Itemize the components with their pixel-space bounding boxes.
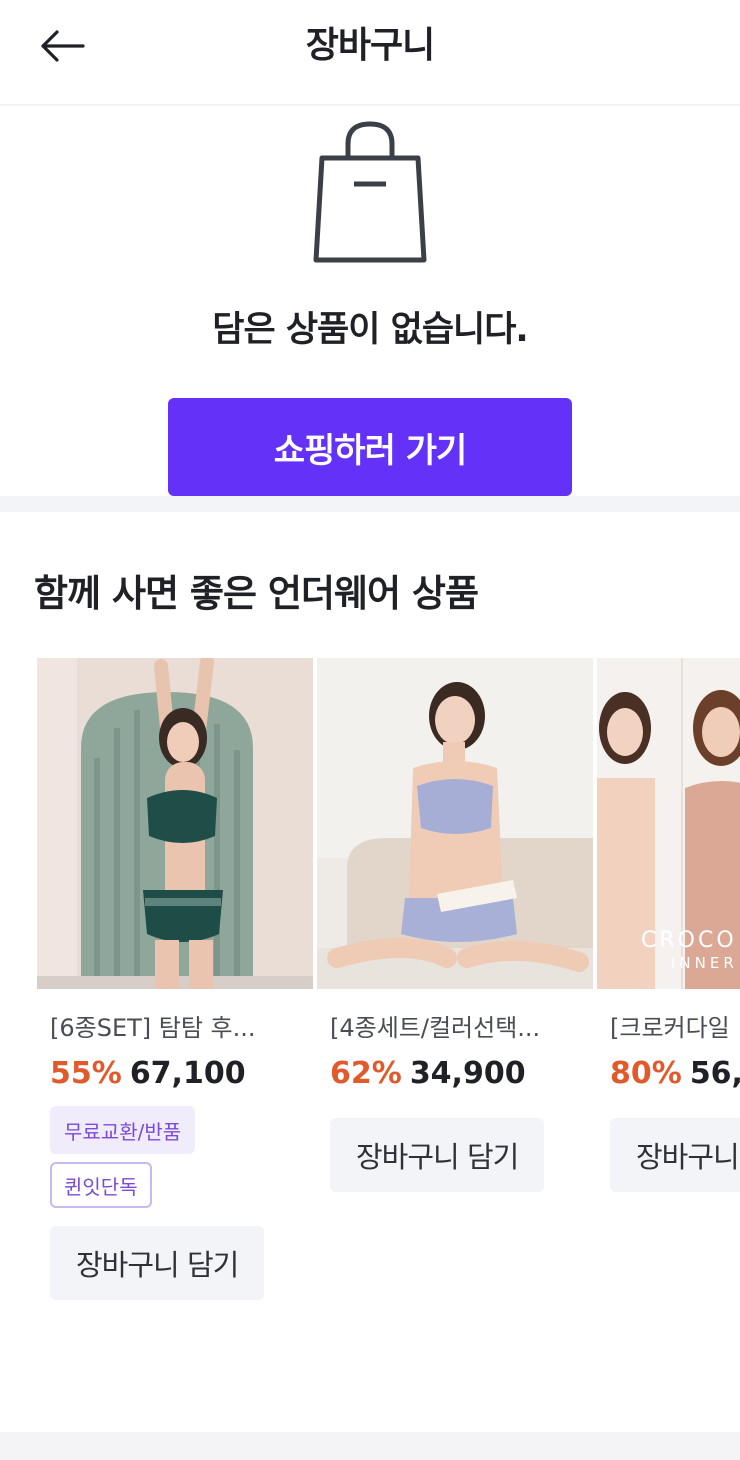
- add-to-cart-button[interactable]: 장바구니 담기: [330, 1118, 545, 1192]
- product-price: 56,9: [689, 1056, 740, 1091]
- brand-watermark-sub: INNER: [671, 954, 738, 972]
- product-name[interactable]: [4종세트/컬러선택...: [330, 1010, 590, 1046]
- product-name[interactable]: [크로커다일: [610, 1010, 740, 1046]
- shopping-bag-icon: [313, 121, 427, 263]
- product-price-line: 55% 67,100: [50, 1054, 246, 1094]
- product-card[interactable]: CROCO INNER [크로커다일 80%56,9 장바구니 담기: [597, 658, 740, 1192]
- exclusive-badge: 퀸잇단독: [50, 1162, 152, 1208]
- go-shopping-button[interactable]: 쇼핑하러 가기: [168, 398, 572, 496]
- app-header: 장바구니: [0, 0, 740, 106]
- product-price: 34,900: [409, 1056, 526, 1091]
- bottom-edge: [0, 1432, 740, 1460]
- product-card[interactable]: [6종SET] 탐탐 후... 55% 67,100 무료교환/반품 퀸잇단독 장…: [37, 658, 313, 1300]
- section-divider: [0, 496, 740, 512]
- empty-cart-message: 담은 상품이 없습니다.: [212, 310, 528, 350]
- discount-rate: 55%: [50, 1056, 122, 1091]
- discount-rate: 62%: [330, 1056, 402, 1091]
- discount-rate: 80%: [610, 1056, 682, 1091]
- free-return-badge: 무료교환/반품: [50, 1106, 196, 1154]
- product-image[interactable]: [317, 658, 593, 989]
- product-image[interactable]: [37, 658, 313, 989]
- product-price-line: 80%56,9: [610, 1054, 740, 1094]
- product-name[interactable]: [6종SET] 탐탐 후...: [50, 1010, 310, 1046]
- page-title: 장바구니: [305, 25, 435, 66]
- product-carousel[interactable]: [6종SET] 탐탐 후... 55% 67,100 무료교환/반품 퀸잇단독 장…: [0, 658, 740, 1318]
- empty-cart-section: 담은 상품이 없습니다. 쇼핑하러 가기: [0, 108, 740, 496]
- product-price-line: 62% 34,900: [330, 1054, 526, 1094]
- add-to-cart-button[interactable]: 장바구니 담기: [50, 1226, 265, 1300]
- add-to-cart-button[interactable]: 장바구니 담기: [610, 1118, 740, 1192]
- product-image[interactable]: CROCO INNER: [597, 658, 740, 989]
- recommend-title: 함께 사면 좋은 언더웨어 상품: [34, 572, 479, 615]
- product-price: 67,100: [129, 1056, 246, 1091]
- brand-watermark: CROCO: [641, 928, 737, 953]
- product-card[interactable]: [4종세트/컬러선택... 62% 34,900 장바구니 담기: [317, 658, 593, 1192]
